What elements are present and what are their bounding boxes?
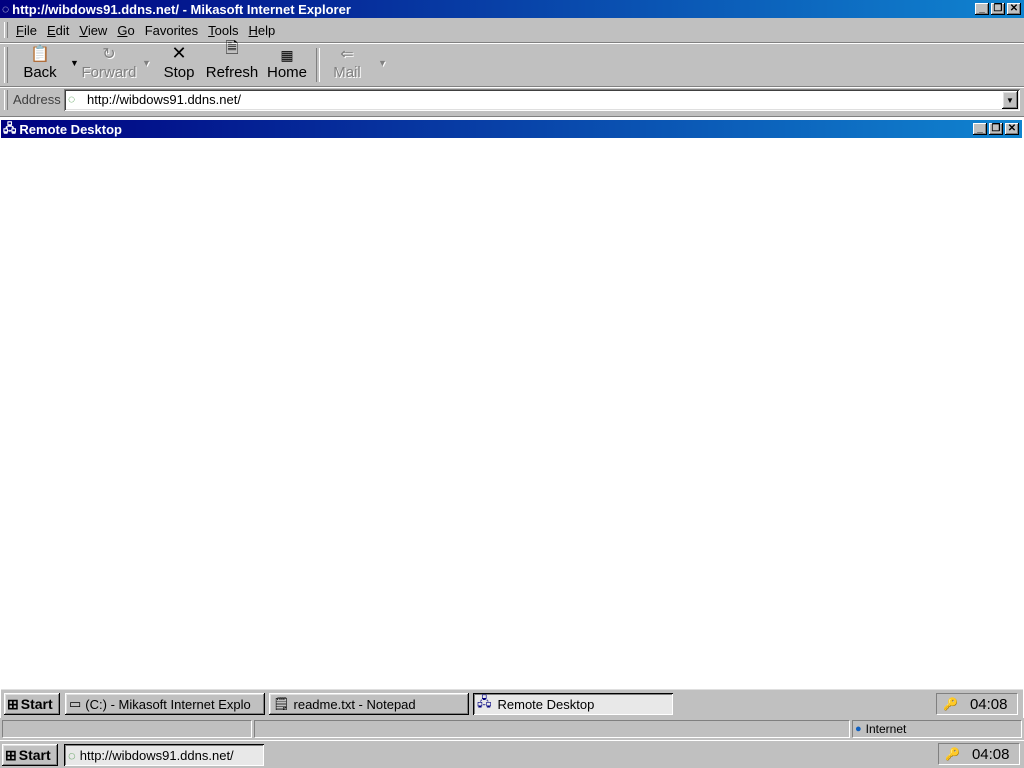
remote-desktop-title-bar[interactable]: 🖧 Remote Desktop _ ❐ ✕	[1, 120, 1022, 138]
home-icon: ▦	[280, 47, 294, 63]
host-start-logo-icon: ⊞	[5, 746, 17, 763]
remote-system-tray: 🔑 04:08	[936, 693, 1018, 715]
remote-task-explorer[interactable]: ▭ (C:) - Mikasoft Internet Explo	[65, 693, 265, 715]
menu-tools[interactable]: Tools	[208, 23, 238, 38]
menu-view[interactable]: View	[79, 23, 107, 38]
forward-icon: ↻	[102, 46, 116, 63]
remote-desktop-icon: 🖧	[3, 120, 17, 135]
host-task-browser[interactable]: ◌ http://wibdows91.ddns.net/	[64, 744, 264, 766]
drive-icon: ▭	[69, 696, 82, 711]
notepad-icon: 🗒	[273, 696, 290, 711]
forward-dropdown-arrow[interactable]: ▼	[142, 58, 151, 68]
home-button[interactable]: ▦ Home	[264, 46, 310, 84]
back-icon: 📋	[30, 46, 50, 63]
status-text-panel	[2, 720, 252, 738]
toolbar-separator	[316, 48, 320, 82]
host-tray-icon[interactable]: 🔑	[945, 747, 960, 761]
content-area: 🖧 Remote Desktop _ ❐ ✕ ⊞ Start ▭ (C:) - …	[0, 116, 1024, 719]
address-input[interactable]: http://wibdows91.ddns.net/	[87, 92, 241, 107]
address-field[interactable]: ◌ http://wibdows91.ddns.net/ ▼	[64, 89, 1020, 111]
status-zone-panel: ● Internet	[852, 720, 1022, 738]
remote-restore-button[interactable]: ❐	[989, 123, 1003, 135]
refresh-button[interactable]: 🗎 Refresh	[202, 40, 262, 84]
status-bar: ● Internet	[0, 718, 1024, 740]
menu-favorites[interactable]: Favorites	[145, 23, 198, 38]
refresh-icon: 🗎	[225, 40, 239, 57]
host-clock: 04:08	[971, 745, 1010, 763]
mail-button[interactable]: ⇐ Mail	[326, 46, 368, 84]
remote-start-button[interactable]: ⊞ Start	[4, 693, 60, 715]
remote-minimize-button[interactable]: _	[973, 123, 987, 135]
status-progress-panel	[254, 720, 850, 738]
remote-task-remote-desktop[interactable]: 🖧 Remote Desktop	[473, 693, 673, 715]
host-system-tray: 🔑 04:08	[938, 743, 1020, 765]
tray-speaker-icon[interactable]: 🔑	[943, 697, 958, 711]
menu-file[interactable]: File	[16, 23, 37, 38]
host-start-button[interactable]: ⊞ Start	[2, 744, 58, 766]
browser-title: http://wibdows91.ddns.net/ - Mikasoft In…	[12, 1, 351, 17]
security-zone: Internet	[865, 722, 907, 736]
remote-close-button[interactable]: ✕	[1005, 123, 1019, 135]
address-label: Address	[13, 92, 61, 107]
mail-icon: ⇐	[340, 46, 354, 63]
back-button[interactable]: 📋 Back	[16, 46, 64, 84]
address-dropdown-button[interactable]: ▼	[1002, 91, 1018, 109]
start-logo-icon: ⊞	[7, 695, 19, 712]
globe-icon: ●	[855, 723, 862, 735]
host-ie-icon: ◌	[68, 747, 76, 763]
menu-edit[interactable]: Edit	[47, 23, 69, 38]
minimize-button[interactable]: _	[975, 3, 989, 15]
menu-bar: File Edit View Go Favorites Tools Help	[0, 19, 1024, 41]
forward-button[interactable]: ↻ Forward	[76, 46, 142, 84]
remote-desktop-task-icon: 🖧	[477, 694, 492, 709]
remote-clock: 04:08	[969, 695, 1008, 713]
host-taskbar: ⊞ Start ◌ http://wibdows91.ddns.net/ 🔑 0…	[0, 740, 1024, 768]
menu-go[interactable]: Go	[117, 23, 134, 38]
restore-button[interactable]: ❐	[991, 3, 1005, 15]
ie-icon: ◌	[2, 2, 10, 16]
page-icon: ◌	[68, 92, 76, 106]
stop-icon: ✕	[171, 43, 187, 63]
menu-help[interactable]: Help	[249, 23, 276, 38]
remote-desktop-title: Remote Desktop	[19, 121, 122, 137]
close-button[interactable]: ✕	[1007, 3, 1021, 15]
mail-dropdown-arrow[interactable]: ▼	[378, 58, 387, 68]
remote-task-notepad[interactable]: 🗒 readme.txt - Notepad	[269, 693, 469, 715]
remote-taskbar: ⊞ Start ▭ (C:) - Mikasoft Internet Explo…	[1, 689, 1023, 719]
browser-title-bar[interactable]: ◌ http://wibdows91.ddns.net/ - Mikasoft …	[0, 0, 1024, 18]
stop-button[interactable]: ✕ Stop	[160, 43, 198, 84]
